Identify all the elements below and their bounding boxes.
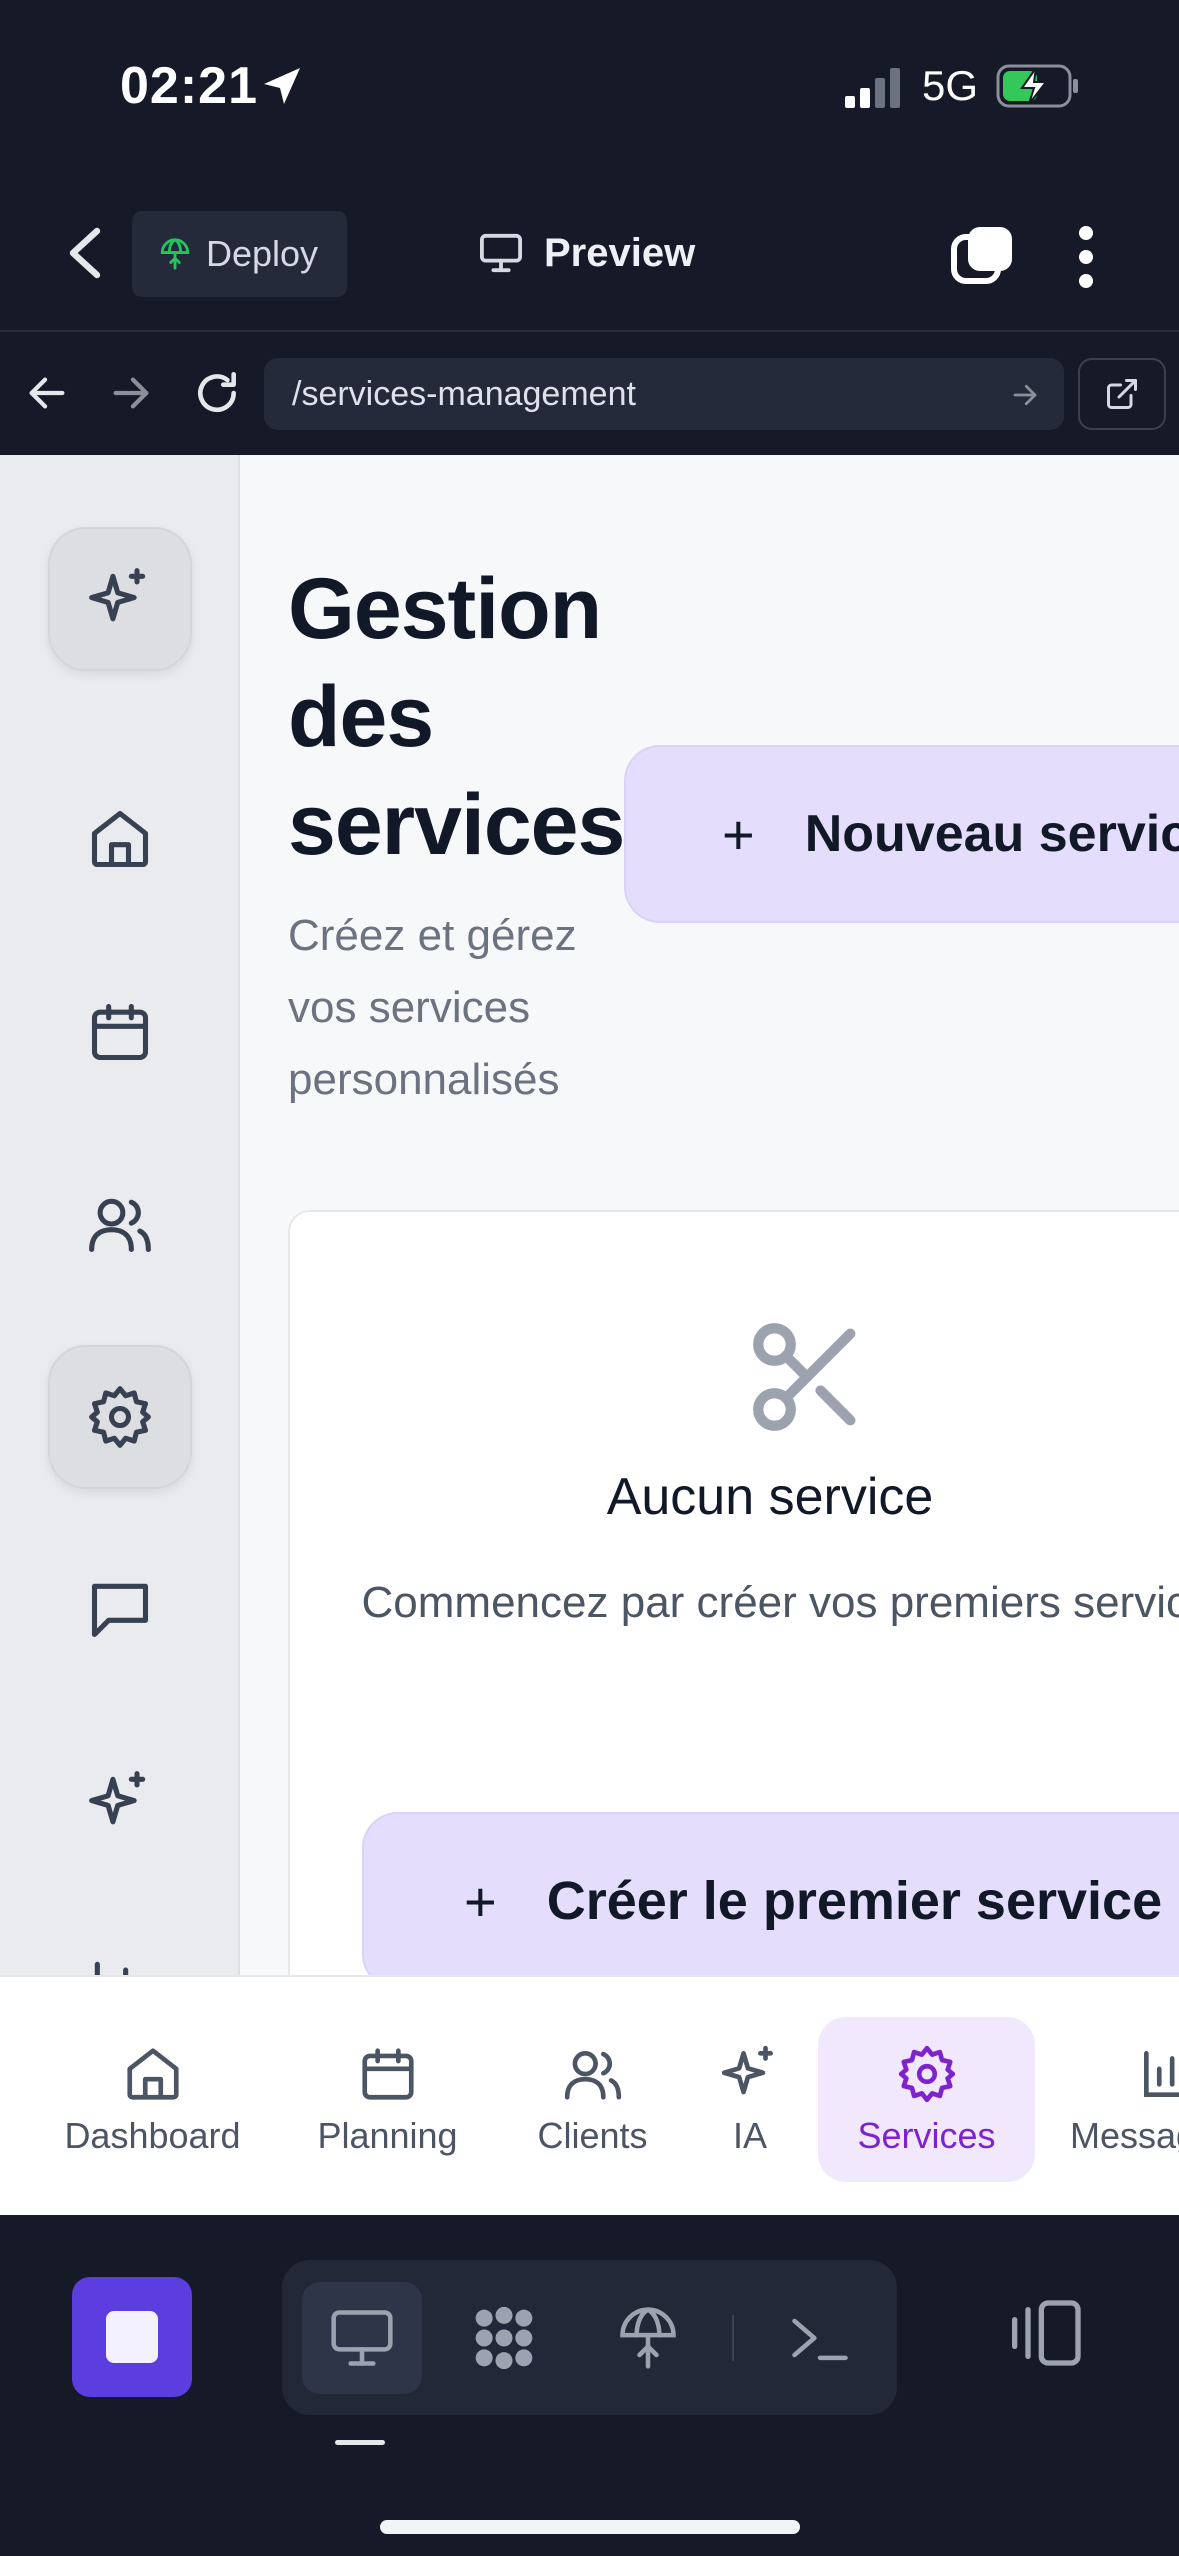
new-service-label: Nouveau service [804,805,1179,863]
battery-charging-icon [996,64,1078,108]
chart-icon [1144,2050,1179,2097]
status-bar: 02:21 5G [0,0,1179,175]
tool-switcher [282,2260,897,2415]
bottom-nav-label: Dashboard [64,2114,241,2156]
url-input[interactable]: /services-management [264,358,1064,430]
tool-separator [732,2315,734,2361]
gear-icon [89,1386,151,1448]
bottom-nav: Dashboard Planning Clients IA Services M… [0,1975,1179,2215]
sidebar-item-dashboard[interactable] [48,767,192,911]
calendar-icon [91,1003,149,1061]
home-indicator [380,2520,800,2534]
monitor-icon [331,2310,393,2366]
deploy-globe-icon [620,2307,676,2369]
tabs-switcher-icon[interactable] [950,223,1016,289]
bottom-nav-clients[interactable]: Clients [510,2017,675,2182]
browser-bar: /services-management [0,330,1179,455]
reload-icon[interactable] [192,368,242,418]
bottom-nav-services[interactable]: Services [818,2017,1035,2182]
bottom-nav-label: Messages [1070,2114,1179,2156]
grid-cluster-icon [475,2306,533,2370]
page-title: Gestion des services [288,561,625,873]
network-type: 5G [922,62,979,109]
active-tool-indicator [335,2440,385,2445]
calendar-icon [361,2047,414,2100]
stop-button[interactable] [72,2277,192,2397]
location-arrow-icon [264,68,300,104]
sidebar-item-planning[interactable] [48,960,192,1104]
open-external-button[interactable] [1078,358,1166,430]
sparkles-icon [89,1771,146,1825]
bottom-nav-dashboard[interactable]: Dashboard [40,2017,265,2182]
tool-preview[interactable] [302,2282,422,2394]
stop-icon [106,2311,158,2363]
sidebar-item-messages[interactable] [48,1537,192,1681]
sparkles-icon [721,2045,773,2094]
sidebar-item-stats[interactable] [48,1915,192,1975]
create-first-service-button[interactable]: + Créer le premier service [362,1812,1179,1975]
sidebar-item-ia[interactable] [48,1730,192,1874]
tool-console[interactable] [760,2282,880,2394]
preview-header: Deploy Preview [0,175,1179,330]
deploy-button[interactable]: Deploy [132,211,347,297]
monitor-icon [480,233,522,273]
deploy-globe-icon [160,238,190,270]
plus-icon: + [722,802,755,866]
empty-state-description: Commencez par créer vos premiers service… [361,1578,1179,1627]
new-service-button[interactable]: + Nouveau service [624,745,1179,923]
bottom-nav-label: Clients [537,2114,648,2156]
external-link-icon [1107,379,1137,409]
sidebar [0,455,240,1975]
arrow-right-icon[interactable] [108,370,154,416]
arrow-left-icon[interactable] [24,370,70,416]
users-icon [564,2050,621,2100]
sidebar-item-brand[interactable] [48,527,192,671]
main-content: Gestion des services Créez et gérez vos … [240,455,1179,1975]
more-vertical-icon[interactable] [1066,225,1106,289]
home-icon [91,810,149,868]
editor-toolbar [0,2215,1179,2556]
gear-icon [898,2045,955,2102]
page-subtitle: Créez et gérez vos services personnalisé… [288,911,577,1104]
bottom-nav-messages[interactable]: Messages [1060,2017,1179,2182]
back-chevron-icon[interactable] [60,223,110,283]
tool-workflows[interactable] [444,2282,564,2394]
plus-icon: + [464,1869,497,1933]
bottom-nav-label: Services [857,2114,996,2156]
sparkles-icon [89,568,146,622]
bottom-nav-label: IA [732,2114,767,2156]
status-time: 02:21 [120,57,258,115]
empty-state-title: Aucun service [606,1468,934,1526]
signal-icon [845,68,900,108]
terminal-icon [792,2318,848,2361]
bottom-nav-label: Planning [317,2114,458,2156]
deploy-label: Deploy [206,233,319,274]
bottom-nav-planning[interactable]: Planning [290,2017,485,2182]
sidebar-item-services[interactable] [48,1345,192,1489]
split-layout-icon[interactable] [1008,2293,1088,2373]
message-square-icon [91,1583,149,1638]
scissors-icon [753,1323,856,1431]
empty-state-card: Aucun service Commencez par créer vos pr… [288,1210,1179,1975]
preview-label: Preview [544,230,696,275]
url-text: /services-management [292,374,636,413]
web-preview: Gestion des services Créez et gérez vos … [0,455,1179,2215]
sidebar-item-clients[interactable] [48,1152,192,1296]
users-icon [89,1198,151,1253]
bottom-nav-ia[interactable]: IA [700,2017,800,2182]
create-first-service-label: Créer le premier service [546,1871,1163,1931]
url-go-arrow-icon[interactable] [1010,380,1040,410]
tool-deploy[interactable] [588,2282,708,2394]
home-icon [126,2047,179,2100]
chart-icon [94,1961,129,1975]
preview-tab[interactable]: Preview [478,223,695,283]
